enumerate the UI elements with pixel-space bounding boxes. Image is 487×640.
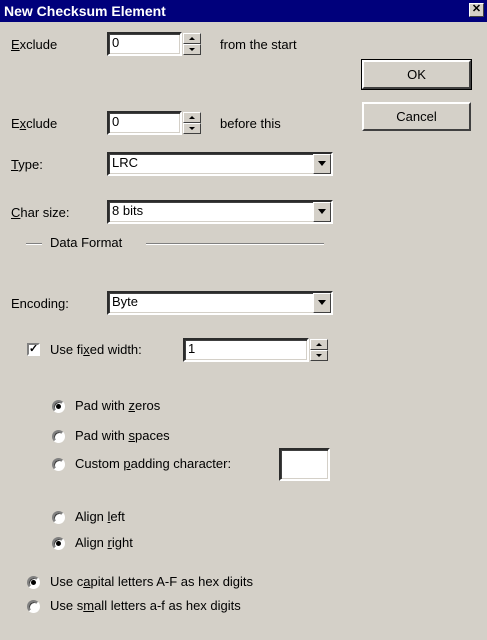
chevron-down-icon <box>318 300 326 305</box>
pad-spaces-radio[interactable] <box>52 430 65 443</box>
hex-capital-radio[interactable] <box>27 576 40 589</box>
hex-capital-label: Use capital letters A-F as hex digits <box>50 574 254 589</box>
radio-dot-icon <box>56 541 61 546</box>
char-size-select[interactable]: 8 bits <box>107 200 333 224</box>
spin-down-button[interactable] <box>183 44 201 55</box>
radio-dot-icon <box>31 580 36 585</box>
radio-dot-icon <box>56 404 61 409</box>
char-size-dropdown-button[interactable] <box>313 202 331 222</box>
group-line-left <box>26 243 42 245</box>
hex-small-label: Use small letters a-f as hex digits <box>50 598 241 613</box>
arrow-up-icon <box>189 37 195 40</box>
close-button[interactable]: ✕ <box>469 3 484 17</box>
spin-up-button[interactable] <box>183 33 201 44</box>
encoding-select[interactable]: Byte <box>107 291 333 315</box>
group-line-right <box>146 243 324 245</box>
encoding-dropdown-button[interactable] <box>313 293 331 313</box>
exclude-before-label: Exclude <box>11 116 58 131</box>
ok-button[interactable]: OK <box>361 59 472 90</box>
type-select[interactable]: LRC <box>107 152 333 176</box>
type-label: Type: <box>11 157 43 172</box>
data-format-group-label: Data Format <box>50 235 123 250</box>
spin-down-button[interactable] <box>183 123 201 134</box>
fixed-width-checkbox[interactable]: ✓ <box>27 343 40 356</box>
custom-padding-input[interactable] <box>279 448 330 481</box>
hex-small-radio[interactable] <box>27 600 40 613</box>
exclude-before-spinner[interactable] <box>183 112 201 134</box>
pad-spaces-label: Pad with spaces <box>75 428 170 443</box>
exclude-start-input[interactable]: 0 <box>107 32 182 56</box>
exclude-start-label: Exclude <box>11 37 58 52</box>
spin-up-button[interactable] <box>183 112 201 123</box>
arrow-down-icon <box>316 354 322 357</box>
char-size-label: Char size: <box>11 205 70 220</box>
align-left-label: Align left <box>75 509 125 524</box>
checkmark-icon: ✓ <box>29 343 39 355</box>
pad-zeros-radio[interactable] <box>52 400 65 413</box>
align-left-radio[interactable] <box>52 511 65 524</box>
arrow-down-icon <box>189 48 195 51</box>
arrow-up-icon <box>189 116 195 119</box>
cancel-button[interactable]: Cancel <box>362 102 471 131</box>
fixed-width-spinner[interactable] <box>310 339 328 361</box>
spin-up-button[interactable] <box>310 339 328 350</box>
custom-padding-label: Custom padding character: <box>75 456 232 471</box>
exclude-before-input[interactable]: 0 <box>107 111 182 135</box>
window-title: New Checksum Element <box>4 3 166 19</box>
pad-zeros-label: Pad with zeros <box>75 398 161 413</box>
custom-padding-radio[interactable] <box>52 458 65 471</box>
arrow-up-icon <box>316 343 322 346</box>
chevron-down-icon <box>318 209 326 214</box>
fixed-width-input[interactable]: 1 <box>183 338 309 362</box>
spin-down-button[interactable] <box>310 350 328 361</box>
type-dropdown-button[interactable] <box>313 154 331 174</box>
close-icon: ✕ <box>471 3 482 15</box>
align-right-label: Align right <box>75 535 133 550</box>
arrow-down-icon <box>189 127 195 130</box>
align-right-radio[interactable] <box>52 537 65 550</box>
encoding-label: Encoding: <box>11 296 69 311</box>
exclude-start-suffix: from the start <box>220 37 297 52</box>
exclude-before-suffix: before this <box>220 116 281 131</box>
title-bar: New Checksum Element ✕ <box>0 0 487 22</box>
chevron-down-icon <box>318 161 326 166</box>
fixed-width-label: Use fixed width: <box>50 342 142 357</box>
exclude-start-spinner[interactable] <box>183 33 201 55</box>
